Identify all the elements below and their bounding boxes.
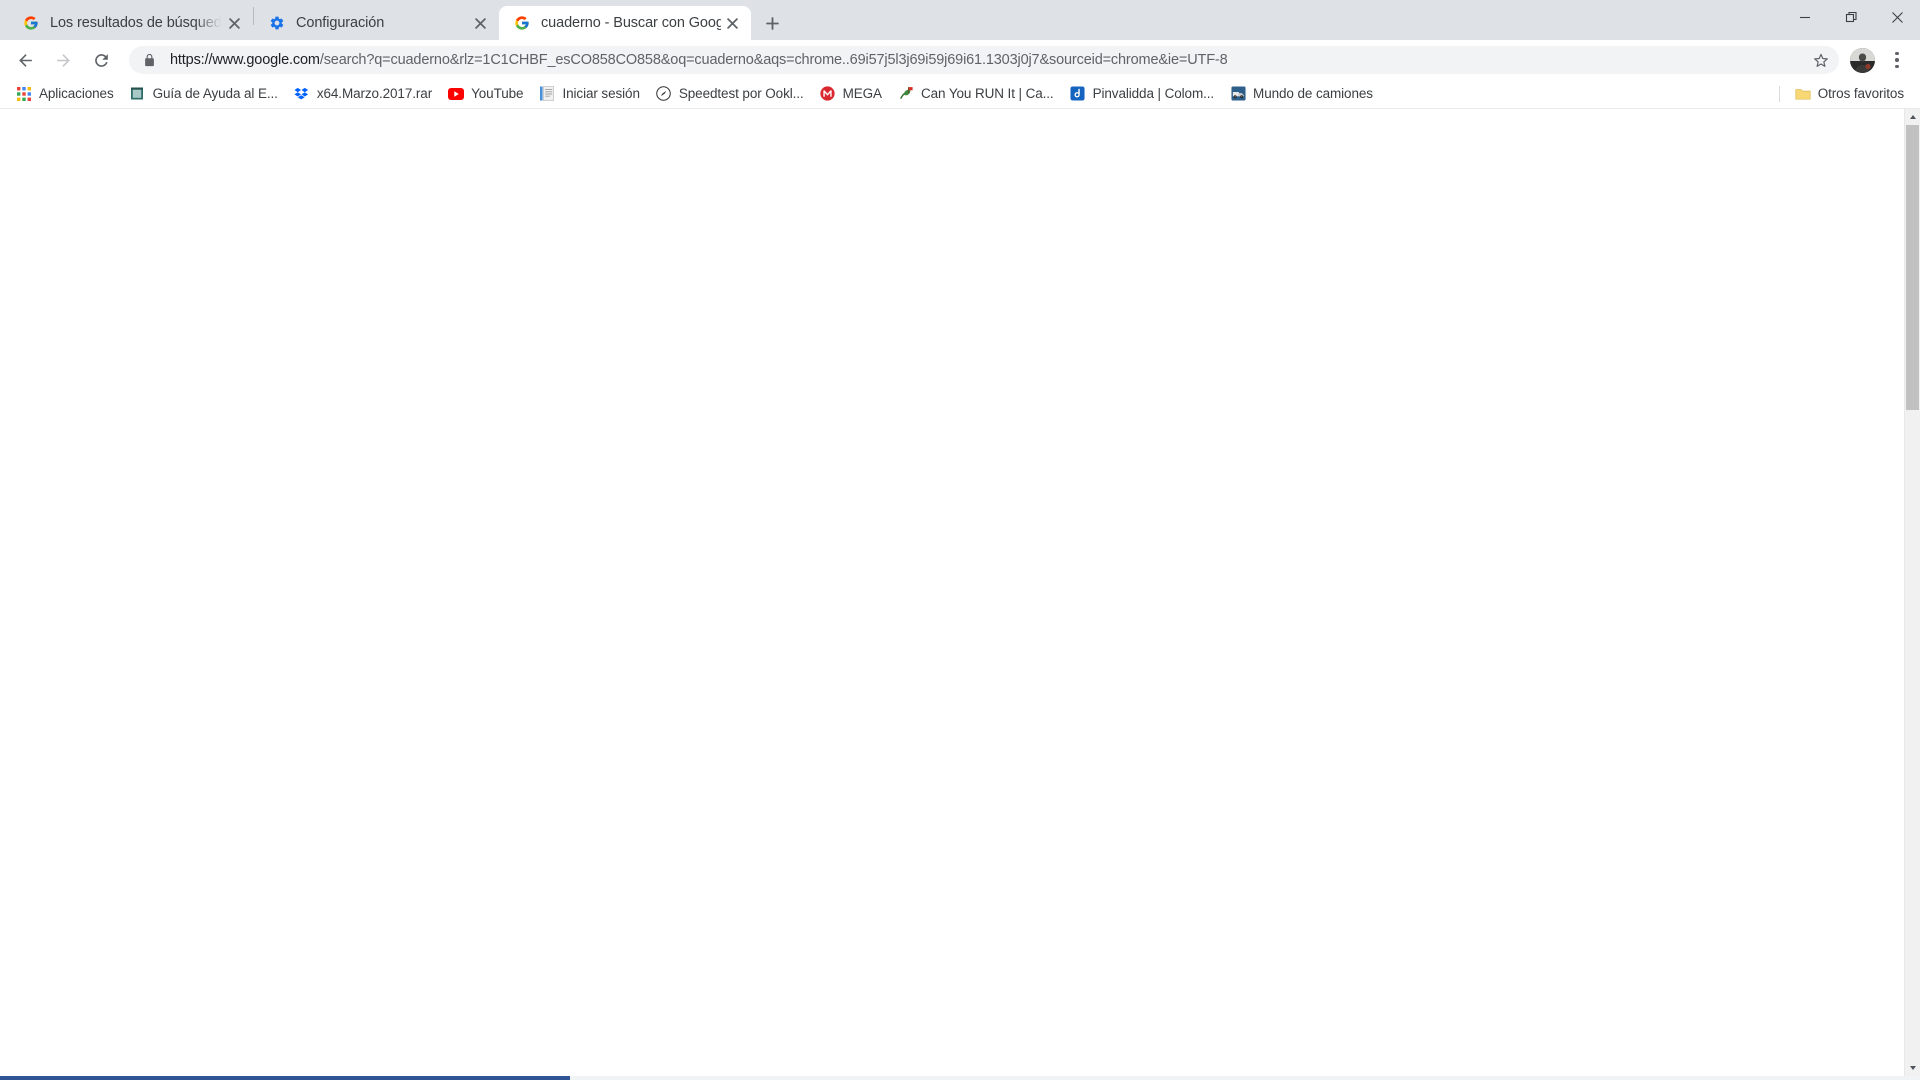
taskbar-segment-right xyxy=(570,1076,1920,1080)
page-viewport xyxy=(0,108,1920,1076)
bookmark-label: YouTube xyxy=(471,86,524,101)
bookmark-label: Iniciar sesión xyxy=(562,86,640,101)
tab-close-button[interactable] xyxy=(223,12,245,34)
bookmark-apps[interactable]: Aplicaciones xyxy=(8,82,122,106)
bookmark-label: MEGA xyxy=(842,86,882,101)
bookmark-item-mundo-camiones[interactable]: Mundo de camiones xyxy=(1222,82,1381,106)
scroll-down-glyph xyxy=(1909,1066,1916,1070)
bookmark-item-x64-marzo[interactable]: x64.Marzo.2017.rar xyxy=(286,82,440,106)
browser-toolbar: https://www.google.com/search?q=cuaderno… xyxy=(0,40,1920,80)
restore-icon[interactable] xyxy=(1828,0,1874,34)
new-tab-button[interactable] xyxy=(758,9,786,37)
bookmark-star-icon[interactable] xyxy=(1807,46,1835,74)
truck-icon xyxy=(1230,86,1246,102)
browser-window: Los resultados de búsqueda no a Configur… xyxy=(0,0,1920,1080)
pinvalidda-icon xyxy=(1070,86,1086,102)
reload-button[interactable] xyxy=(84,43,118,77)
tab-close-button[interactable] xyxy=(469,12,491,34)
bookmark-item-mega[interactable]: MEGA xyxy=(812,82,890,106)
page-icon xyxy=(539,86,555,102)
speedtest-icon xyxy=(656,86,672,102)
bookmark-label: Mundo de camiones xyxy=(1253,86,1373,101)
bookmark-label: Guía de Ayuda al E... xyxy=(152,86,278,101)
tab-title: Configuración xyxy=(296,15,385,31)
tab-close-button[interactable] xyxy=(721,12,743,34)
tab-title: Los resultados de búsqueda no a xyxy=(50,15,223,31)
tabs-container: Los resultados de búsqueda no a Configur… xyxy=(0,0,786,40)
browser-tab-1[interactable]: Los resultados de búsqueda no a xyxy=(8,6,253,40)
scroll-up-glyph xyxy=(1909,115,1916,119)
scrollbar-track[interactable] xyxy=(1905,125,1920,1060)
dropbox-icon xyxy=(294,86,310,102)
folder-icon xyxy=(1795,86,1811,102)
mega-icon xyxy=(820,86,836,102)
url-host: https://www.google.com xyxy=(170,52,320,68)
taskbar-segment-left xyxy=(0,1076,570,1080)
canyourunit-icon xyxy=(898,86,914,102)
bookmark-label: Speedtest por Ookl... xyxy=(678,86,804,101)
bookmark-item-youtube[interactable]: YouTube xyxy=(440,82,531,106)
bookmarks-divider xyxy=(1778,85,1780,102)
url-path: /search?q=cuaderno&rlz=1C1CHBF_esCO858CO… xyxy=(319,52,1228,68)
tab-strip: Los resultados de búsqueda no a Configur… xyxy=(0,0,1920,40)
youtube-icon xyxy=(448,86,465,102)
profile-avatar[interactable] xyxy=(1850,47,1875,73)
browser-tab-3[interactable]: cuaderno - Buscar con Google xyxy=(499,6,751,40)
google-icon xyxy=(22,15,39,32)
bookmark-label: Aplicaciones xyxy=(39,86,114,101)
settings-gear-icon xyxy=(268,15,285,32)
bookmark-item-speedtest[interactable]: Speedtest por Ookl... xyxy=(648,82,812,106)
apps-grid-icon xyxy=(16,86,32,102)
bookmark-label: Can You RUN It | Ca... xyxy=(920,86,1054,101)
tab-title: cuaderno - Buscar con Google xyxy=(541,15,721,31)
bookmark-item-can-you-run-it[interactable]: Can You RUN It | Ca... xyxy=(890,82,1062,106)
address-bar[interactable]: https://www.google.com/search?q=cuaderno… xyxy=(129,46,1839,74)
window-controls xyxy=(1782,0,1920,34)
bookmarks-bar: Aplicaciones Guía de Ayuda al E... x64.M… xyxy=(0,80,1920,108)
scrollbar-thumb[interactable] xyxy=(1906,125,1919,410)
scroll-down-arrow[interactable] xyxy=(1905,1060,1920,1076)
document-icon xyxy=(130,86,146,102)
url-text: https://www.google.com/search?q=cuaderno… xyxy=(170,46,1807,74)
bookmark-item-guia-ayuda[interactable]: Guía de Ayuda al E... xyxy=(122,82,286,106)
bookmark-label: x64.Marzo.2017.rar xyxy=(316,86,433,101)
minimize-icon[interactable] xyxy=(1782,0,1828,34)
lock-icon[interactable] xyxy=(143,53,157,67)
bookmark-other-folder[interactable]: Otros favoritos xyxy=(1787,82,1912,106)
browser-tab-2[interactable]: Configuración xyxy=(254,6,499,40)
menu-dot xyxy=(1895,58,1899,62)
taskbar-edge xyxy=(0,1076,1920,1080)
menu-dot xyxy=(1895,64,1899,69)
menu-dot xyxy=(1895,51,1899,56)
close-icon[interactable] xyxy=(1874,0,1920,34)
bookmark-label: Pinvalidda | Colom... xyxy=(1092,86,1215,101)
page-content xyxy=(0,109,1904,1076)
scroll-up-arrow[interactable] xyxy=(1905,109,1920,125)
forward-button[interactable] xyxy=(46,43,80,77)
back-button[interactable] xyxy=(8,43,42,77)
page-scrollbar[interactable] xyxy=(1904,109,1920,1076)
bookmark-label: Otros favoritos xyxy=(1817,86,1904,101)
google-icon xyxy=(513,15,530,32)
bookmark-item-iniciar-sesion[interactable]: Iniciar sesión xyxy=(531,82,647,106)
chrome-menu-button[interactable] xyxy=(1882,44,1912,76)
bookmark-item-pinvalidda[interactable]: Pinvalidda | Colom... xyxy=(1062,82,1222,106)
